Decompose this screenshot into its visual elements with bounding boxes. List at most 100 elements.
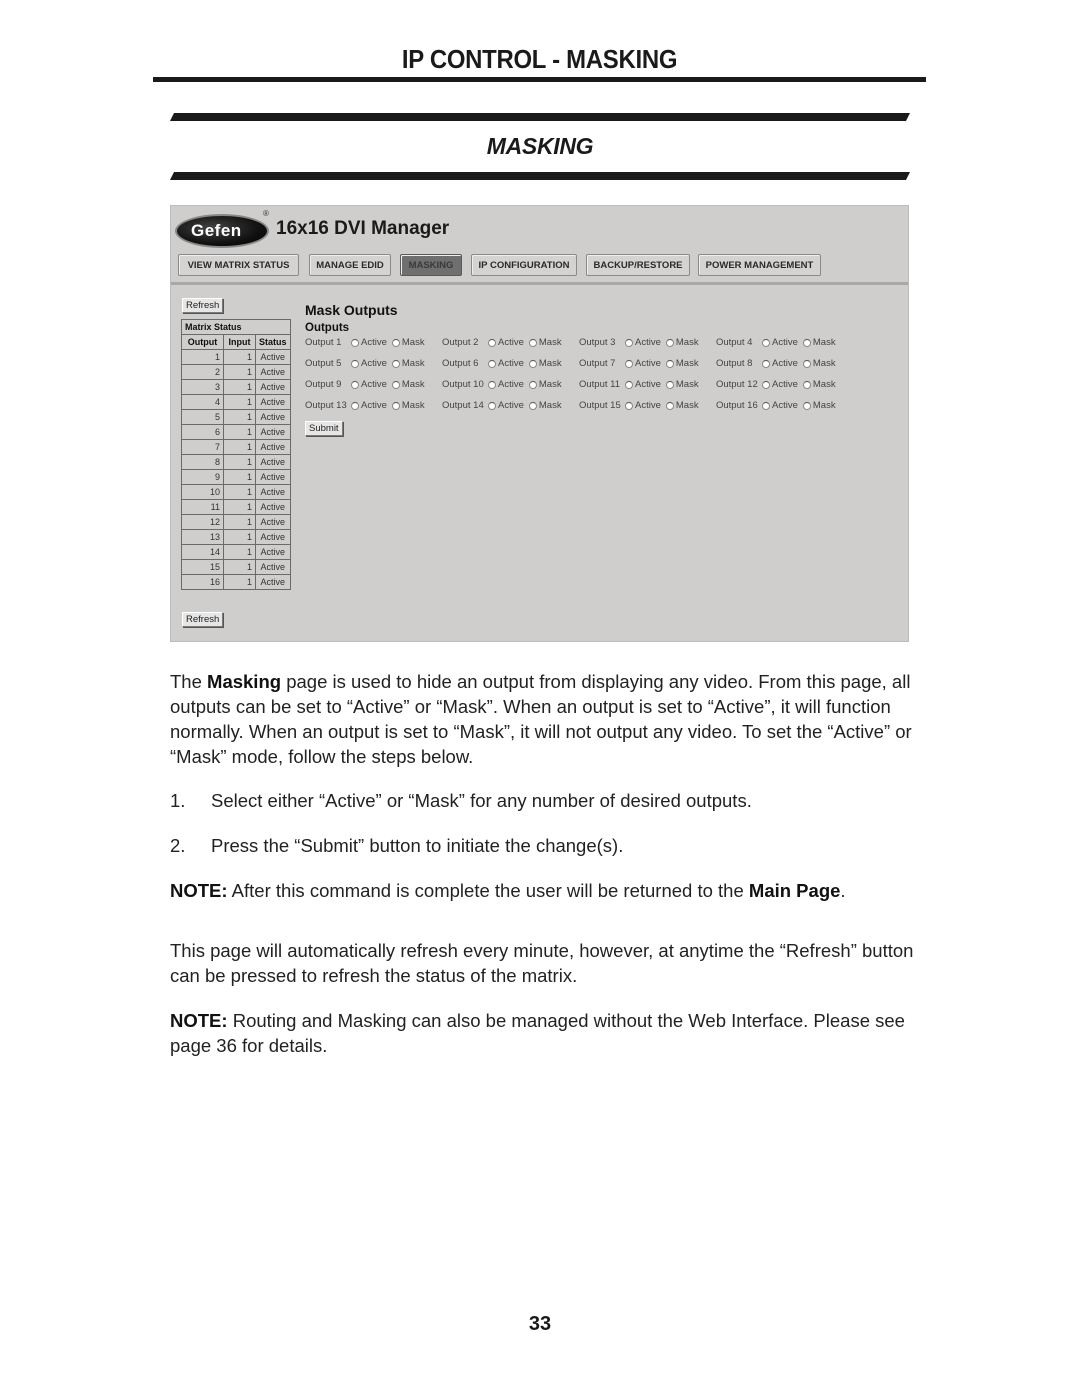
mask-radio[interactable] [802, 338, 811, 347]
mask-outputs-title: Mask Outputs [305, 302, 398, 318]
nav-ip-configuration[interactable]: IP CONFIGURATION [471, 254, 577, 276]
output-label: Output 16 [716, 400, 758, 411]
step-1: 1. Select either “Active” or “Mask” for a… [170, 788, 915, 813]
section-title: MASKING [486, 133, 594, 159]
active-radio-label: Active [635, 358, 661, 369]
mask-radio[interactable] [665, 380, 674, 389]
active-radio[interactable] [488, 401, 496, 410]
active-radio-label: Active [361, 337, 387, 348]
nav-masking[interactable]: MASKING [400, 254, 462, 276]
active-radio[interactable] [488, 338, 496, 347]
active-radio[interactable] [625, 359, 633, 368]
output-label: Output 5 [305, 358, 342, 369]
mask-radio-label: Mask [401, 379, 425, 390]
submit-button[interactable]: Submit [305, 421, 343, 436]
output-mask-control: Output 14 Active Mask [442, 400, 562, 411]
mask-radio-label: Mask [401, 337, 425, 348]
matrix-status-cell: Active [255, 469, 291, 485]
mask-radio[interactable] [528, 338, 537, 347]
nav-power-management[interactable]: POWER MANAGEMENT [698, 254, 821, 276]
registered-mark: ® [263, 209, 269, 218]
matrix-output-cell: 3 [181, 379, 224, 395]
mask-radio[interactable] [391, 380, 400, 389]
active-radio[interactable] [625, 380, 633, 389]
mask-radio-label: Mask [401, 358, 425, 369]
mask-radio[interactable] [665, 359, 674, 368]
matrix-input-cell: 1 [223, 499, 256, 515]
mask-radio[interactable] [802, 401, 811, 410]
matrix-output-cell: 4 [181, 394, 224, 410]
output-mask-control: Output 13 Active Mask [305, 400, 425, 411]
mask-radio[interactable] [802, 359, 811, 368]
gefen-logo: Gefen [175, 214, 269, 248]
active-radio[interactable] [762, 338, 770, 347]
active-radio[interactable] [351, 380, 359, 389]
matrix-caption: Matrix Status [181, 319, 291, 335]
matrix-input-cell: 1 [223, 574, 256, 590]
note-label: NOTE: [170, 1010, 228, 1031]
nav-manage-edid[interactable]: MANAGE EDID [309, 254, 391, 276]
matrix-output-cell: 7 [181, 439, 224, 455]
output-label: Output 12 [716, 379, 758, 390]
refresh-button-bottom[interactable]: Refresh [182, 612, 224, 627]
output-label: Output 3 [579, 337, 616, 348]
active-radio[interactable] [488, 359, 496, 368]
title-rule [153, 77, 926, 82]
col-header-status: Status [255, 334, 291, 350]
matrix-output-cell: 12 [181, 514, 224, 530]
mask-radio[interactable] [802, 380, 811, 389]
mask-radio[interactable] [665, 401, 674, 410]
matrix-row: 9 1 Active [181, 469, 291, 485]
active-radio[interactable] [351, 401, 359, 410]
intro-text-start: The [170, 671, 208, 692]
mask-radio[interactable] [528, 359, 537, 368]
step-text: Press the “Submit” button to initiate th… [211, 835, 624, 856]
nav-view-matrix-status[interactable]: VIEW MATRIX STATUS [178, 254, 299, 276]
active-radio-label: Active [361, 379, 387, 390]
matrix-row: 7 1 Active [181, 439, 291, 455]
output-mask-control: Output 15 Active Mask [579, 400, 699, 411]
matrix-output-cell: 9 [181, 469, 224, 485]
active-radio-label: Active [772, 379, 798, 390]
matrix-input-cell: 1 [223, 469, 256, 485]
active-radio-label: Active [361, 400, 387, 411]
matrix-status-cell: Active [255, 349, 291, 365]
section-divider-bottom [170, 172, 910, 180]
active-radio[interactable] [351, 359, 359, 368]
matrix-status-cell: Active [255, 454, 291, 470]
mask-radio[interactable] [665, 338, 674, 347]
mask-radio[interactable] [528, 380, 537, 389]
output-mask-control: Output 5 Active Mask [305, 358, 425, 369]
step-2: 2. Press the “Submit” button to initiate … [170, 833, 915, 858]
mask-radio[interactable] [391, 401, 400, 410]
active-radio[interactable] [351, 338, 359, 347]
mask-radio[interactable] [391, 338, 400, 347]
web-interface-screenshot: Gefen ® 16x16 DVI Manager VIEW MATRIX ST… [170, 205, 909, 642]
output-mask-control: Output 6 Active Mask [442, 358, 562, 369]
refresh-button-top[interactable]: Refresh [182, 298, 224, 313]
matrix-input-cell: 1 [223, 484, 256, 500]
matrix-output-cell: 16 [181, 574, 224, 590]
output-mask-control: Output 2 Active Mask [442, 337, 562, 348]
output-mask-control: Output 4 Active Mask [716, 337, 836, 348]
matrix-output-cell: 2 [181, 364, 224, 380]
matrix-row: 8 1 Active [181, 454, 291, 470]
active-radio[interactable] [762, 401, 770, 410]
output-mask-control: Output 16 Active Mask [716, 400, 836, 411]
active-radio[interactable] [762, 359, 770, 368]
mask-radio[interactable] [391, 359, 400, 368]
active-radio-label: Active [635, 337, 661, 348]
active-radio[interactable] [762, 380, 770, 389]
active-radio[interactable] [625, 338, 633, 347]
matrix-output-cell: 5 [181, 409, 224, 425]
matrix-status-cell: Active [255, 529, 291, 545]
mask-radio[interactable] [528, 401, 537, 410]
output-label: Output 4 [716, 337, 753, 348]
active-radio[interactable] [625, 401, 633, 410]
active-radio[interactable] [488, 380, 496, 389]
output-label: Output 13 [305, 400, 347, 411]
matrix-output-cell: 11 [181, 499, 224, 515]
active-radio-label: Active [361, 358, 387, 369]
mask-radio-label: Mask [812, 400, 836, 411]
nav-backup-restore[interactable]: BACKUP/RESTORE [586, 254, 690, 276]
